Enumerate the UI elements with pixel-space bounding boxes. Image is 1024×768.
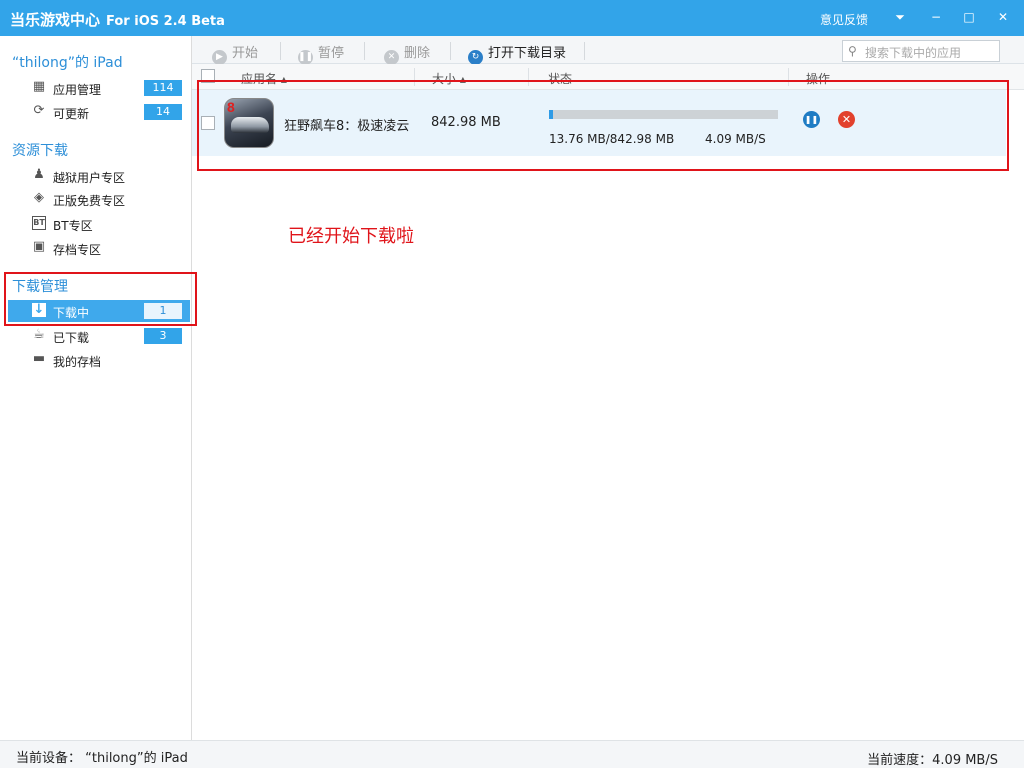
toolbar: ▶ 开始 ❚❚ 暂停 ✕ 删除 ↻ 打开下载目录 ⚲ 搜索下载中的应用 xyxy=(192,36,1024,65)
sidebar-item-label: 已下载 xyxy=(53,331,90,345)
sidebar-item-bt[interactable]: BT BT专区 xyxy=(8,213,190,235)
sidebar-item-label: 越狱用户专区 xyxy=(53,171,126,185)
search-input[interactable]: ⚲ 搜索下载中的应用 xyxy=(842,40,1000,62)
minimize-icon[interactable]: − xyxy=(928,9,944,25)
sidebar-item-saves[interactable]: ▣ 存档专区 xyxy=(8,237,190,259)
delete-label: 删除 xyxy=(404,46,431,61)
refresh-icon: ⟳ xyxy=(33,103,45,118)
sidebar-item-label: 我的存档 xyxy=(53,355,102,369)
annotation-text: 已经开始下载啦 xyxy=(288,226,414,247)
toolbar-divider xyxy=(584,42,585,60)
sidebar-item-jailbreak[interactable]: ♟ 越狱用户专区 xyxy=(8,165,190,187)
search-placeholder: 搜索下载中的应用 xyxy=(865,46,962,60)
sidebar-item-free-official[interactable]: ◈ 正版免费专区 xyxy=(8,188,190,210)
diamond-icon: ◈ xyxy=(34,190,44,205)
pause-icon: ❚❚ xyxy=(298,50,313,65)
current-device: 当前设备： “thilong”的 iPad xyxy=(16,751,188,766)
delete-icon: ✕ xyxy=(384,50,399,65)
sidebar-item-updates[interactable]: ⟳ 可更新 14 xyxy=(8,101,190,123)
app-title: 当乐游戏中心 For iOS 2.4 Beta xyxy=(10,9,225,30)
folder-open-icon: ↻ xyxy=(468,50,483,65)
count-badge: 14 xyxy=(144,104,182,120)
sidebar-item-label: BT专区 xyxy=(53,219,93,233)
count-badge: 3 xyxy=(144,328,182,344)
bt-icon: BT xyxy=(32,216,46,230)
play-icon: ▶ xyxy=(212,50,227,65)
pause-label: 暂停 xyxy=(318,46,345,61)
grid-icon: ▦ xyxy=(32,79,46,94)
start-button[interactable]: ▶ 开始 xyxy=(212,42,259,65)
open-download-dir-button[interactable]: ↻ 打开下载目录 xyxy=(468,42,567,65)
annotation-box-download-row xyxy=(197,80,1009,171)
close-icon[interactable]: ✕ xyxy=(995,9,1011,25)
delete-button[interactable]: ✕ 删除 xyxy=(384,42,431,65)
count-badge: 114 xyxy=(144,80,182,96)
sidebar-item-app-management[interactable]: ▦ 应用管理 114 xyxy=(8,77,190,99)
toolbar-divider xyxy=(450,42,451,60)
title-bar: 当乐游戏中心 For iOS 2.4 Beta 意见反馈 ⏷ − □ ✕ xyxy=(0,0,1024,36)
start-label: 开始 xyxy=(232,46,259,61)
sidebar-item-label: 可更新 xyxy=(53,107,90,121)
maximize-icon[interactable]: □ xyxy=(961,9,977,25)
sidebar-item-downloaded[interactable]: ☕ 已下载 3 xyxy=(8,325,190,347)
device-section-title[interactable]: “thilong”的 iPad xyxy=(12,52,123,72)
search-icon: ⚲ xyxy=(848,44,857,58)
sidebar-item-label: 正版免费专区 xyxy=(53,194,126,208)
sidebar-item-my-saves[interactable]: ▬ 我的存档 xyxy=(8,349,190,371)
toolbar-divider xyxy=(364,42,365,60)
sidebar-item-label: 应用管理 xyxy=(53,83,102,97)
sidebar-item-label: 存档专区 xyxy=(53,243,102,257)
open-dir-label: 打开下载目录 xyxy=(488,46,567,61)
annotation-box-sidebar xyxy=(4,272,197,326)
pause-button[interactable]: ❚❚ 暂停 xyxy=(298,42,345,65)
toolbar-divider xyxy=(280,42,281,60)
sidebar: “thilong”的 iPad ▦ 应用管理 114 ⟳ 可更新 14 资源下载… xyxy=(0,36,192,740)
cup-icon: ☕ xyxy=(33,327,45,342)
status-bar: 当前设备： “thilong”的 iPad 当前速度：4.09 MB/S xyxy=(0,740,1024,768)
feedback-link[interactable]: 意见反馈 xyxy=(820,11,868,28)
current-speed: 当前速度：4.09 MB/S xyxy=(867,753,998,768)
save-icon: ▣ xyxy=(32,239,46,254)
app-version: For iOS 2.4 Beta xyxy=(106,14,225,29)
folder-icon: ▬ xyxy=(32,351,46,366)
resources-section-title: 资源下载 xyxy=(12,143,68,159)
menu-dropdown-icon[interactable]: ⏷ xyxy=(892,9,908,25)
jailbreak-icon: ♟ xyxy=(33,167,45,182)
app-name: 当乐游戏中心 xyxy=(10,11,101,29)
